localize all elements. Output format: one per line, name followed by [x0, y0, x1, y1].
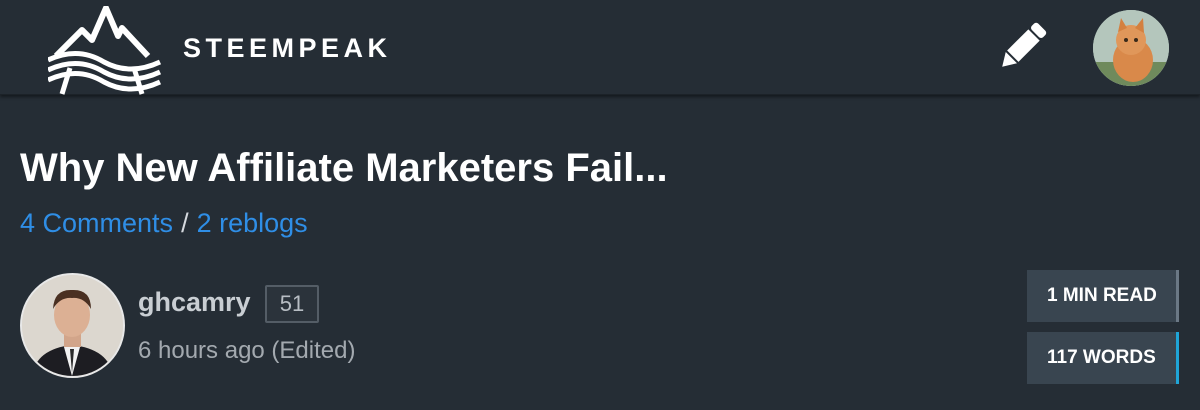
brand-name[interactable]: STEEMPEAK: [183, 33, 392, 64]
kitten-photo-icon: [1093, 10, 1169, 86]
meta-separator: /: [181, 208, 189, 238]
post-title: Why New Affiliate Marketers Fail...: [20, 146, 668, 190]
steempeak-logo-icon[interactable]: [48, 6, 162, 96]
author-avatar[interactable]: [20, 273, 125, 378]
author-name[interactable]: ghcamry: [138, 285, 251, 319]
post-meta-links: 4 Comments / 2 reblogs: [20, 206, 308, 240]
read-time-badge: 1 MIN READ: [1027, 270, 1179, 322]
post-timestamp: 6 hours ago (Edited): [138, 337, 356, 364]
reblogs-link[interactable]: 2 reblogs: [197, 208, 308, 238]
author-photo-icon: [22, 275, 123, 376]
word-count-badge: 117 WORDS: [1027, 332, 1179, 384]
user-avatar[interactable]: [1093, 10, 1169, 86]
reputation-badge: 51: [265, 285, 319, 323]
pencil-icon[interactable]: [994, 19, 1050, 75]
top-navbar: STEEMPEAK: [0, 0, 1200, 95]
comments-link[interactable]: 4 Comments: [20, 208, 173, 238]
